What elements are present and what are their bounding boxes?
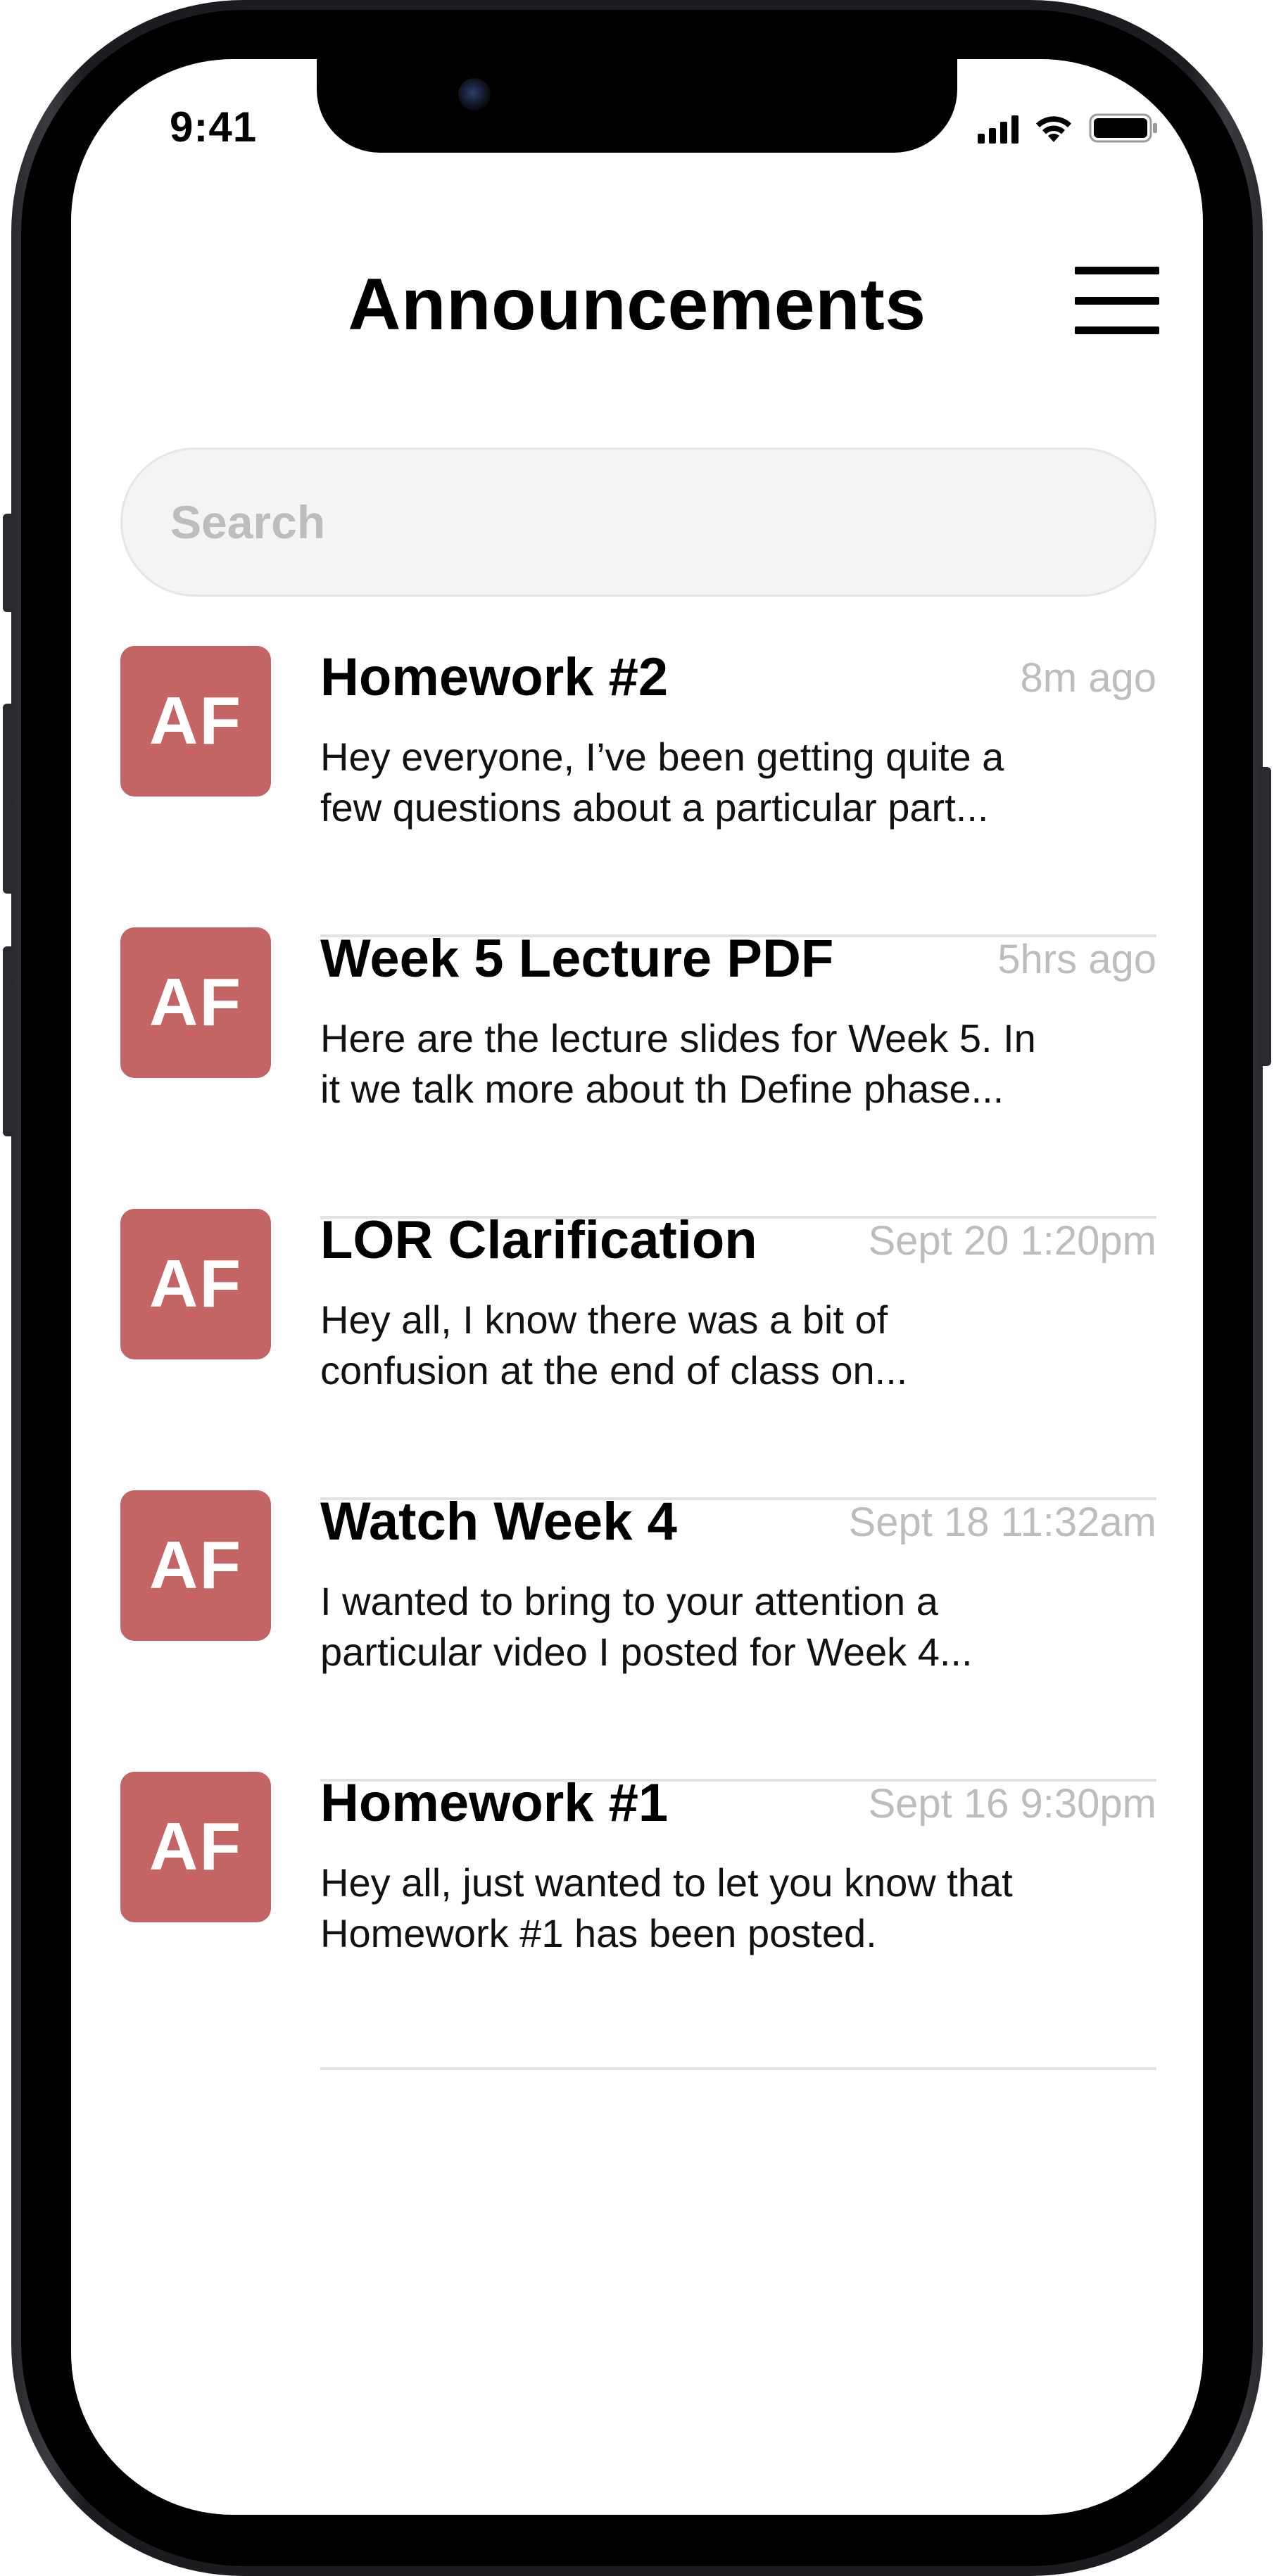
announcement-item[interactable]: AF Homework #1 Sept 16 9:30pm Hey all, j… [71, 1772, 1203, 2070]
status-icons [978, 113, 1159, 144]
announcement-preview: I wanted to bring to your attention a pa… [320, 1576, 1156, 1677]
announcement-title: Homework #1 [320, 1773, 669, 1833]
avatar: AF [120, 1772, 271, 1922]
announcement-time: Sept 20 1:20pm [868, 1218, 1156, 1264]
volume-down-button [3, 946, 15, 1136]
announcement-item[interactable]: AF Watch Week 4 Sept 18 11:32am I wanted… [71, 1490, 1203, 1782]
announcement-preview: Hey all, I know there was a bit of confu… [320, 1295, 1156, 1396]
divider [320, 2067, 1156, 2070]
front-camera-icon [458, 78, 491, 110]
avatar: AF [120, 1490, 271, 1641]
power-button [1259, 767, 1271, 1066]
status-time: 9:41 [170, 103, 258, 151]
preview-line: confusion at the end of class on... [320, 1348, 908, 1392]
announcement-item[interactable]: AF LOR Clarification Sept 20 1:20pm Hey … [71, 1209, 1203, 1500]
announcement-preview: Hey everyone, I’ve been getting quite a … [320, 732, 1156, 833]
announcement-title: Homework #2 [320, 647, 669, 707]
preview-line: Hey everyone, I’ve been getting quite a [320, 735, 1004, 779]
announcement-list: AF Homework #2 8m ago Hey everyone, I’ve… [71, 646, 1203, 2070]
preview-line: few questions about a particular part... [320, 785, 989, 830]
announcement-time: 8m ago [1020, 655, 1156, 701]
announcement-time: Sept 16 9:30pm [868, 1781, 1156, 1827]
announcement-title: Watch Week 4 [320, 1492, 677, 1552]
screen: 9:41 Announcements Search AF Homework #2… [71, 59, 1203, 2515]
announcement-title: Week 5 Lecture PDF [320, 929, 834, 989]
preview-line: Hey all, I know there was a bit of [320, 1297, 888, 1342]
announcement-time: Sept 18 11:32am [848, 1499, 1156, 1545]
preview-line: it we talk more about th Define phase... [320, 1067, 1004, 1111]
announcement-item[interactable]: AF Homework #2 8m ago Hey everyone, I’ve… [71, 646, 1203, 937]
cellular-signal-icon [978, 115, 1018, 144]
volume-up-button [3, 704, 15, 894]
avatar: AF [120, 927, 271, 1078]
notch [317, 59, 957, 153]
preview-line: Homework #1 has been posted. [320, 1911, 877, 1955]
announcement-time: 5hrs ago [997, 937, 1156, 982]
preview-line: Hey all, just wanted to let you know tha… [320, 1860, 1013, 1905]
page-title: Announcements [348, 264, 926, 345]
silent-switch [3, 514, 15, 612]
avatar: AF [120, 1209, 271, 1359]
avatar: AF [120, 646, 271, 797]
battery-icon [1089, 113, 1157, 143]
announcement-item[interactable]: AF Week 5 Lecture PDF 5hrs ago Here are … [71, 927, 1203, 1219]
page: 9:41 Announcements Search AF Homework #2… [0, 0, 1274, 2576]
announcement-preview: Hey all, just wanted to let you know tha… [320, 1858, 1156, 1959]
hamburger-menu-icon[interactable] [1075, 267, 1159, 334]
search-input[interactable] [120, 448, 1156, 597]
announcement-title: LOR Clarification [320, 1210, 757, 1270]
preview-line: Here are the lecture slides for Week 5. … [320, 1016, 1036, 1060]
wifi-icon [1036, 116, 1071, 142]
preview-line: particular video I posted for Week 4... [320, 1630, 973, 1674]
announcement-preview: Here are the lecture slides for Week 5. … [320, 1013, 1156, 1115]
preview-line: I wanted to bring to your attention a [320, 1579, 938, 1623]
